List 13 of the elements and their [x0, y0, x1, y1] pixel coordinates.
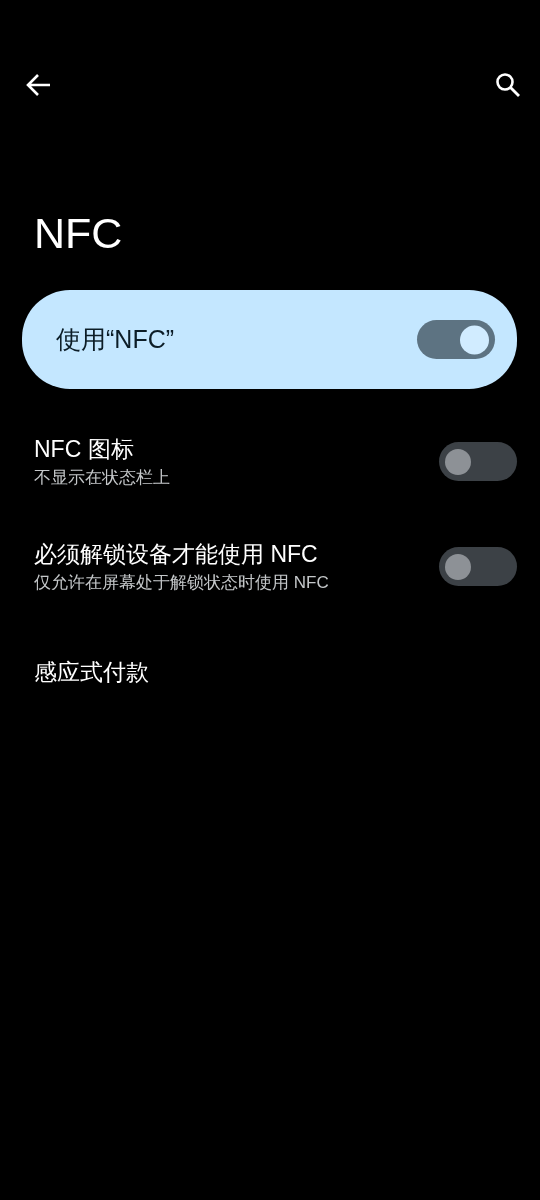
search-icon[interactable] — [495, 72, 521, 98]
back-icon[interactable] — [26, 73, 52, 97]
setting-title[interactable]: NFC 图标 — [34, 434, 170, 463]
setting-summary: 仅允许在屏幕处于解锁状态时使用 NFC — [34, 571, 329, 594]
toggle-switch[interactable] — [439, 442, 517, 481]
setting-title[interactable]: 感应式付款 — [34, 657, 149, 686]
toggle-switch[interactable] — [417, 320, 495, 359]
setting-summary: 不显示在状态栏上 — [34, 466, 170, 489]
switch-label: 使用“NFC” — [56, 324, 175, 355]
setting-title[interactable]: 必须解锁设备才能使用 NFC — [34, 539, 329, 568]
page-title: NFC — [34, 208, 123, 258]
toggle-switch[interactable] — [439, 547, 517, 586]
main-switch-card[interactable]: 使用“NFC” — [22, 290, 517, 389]
